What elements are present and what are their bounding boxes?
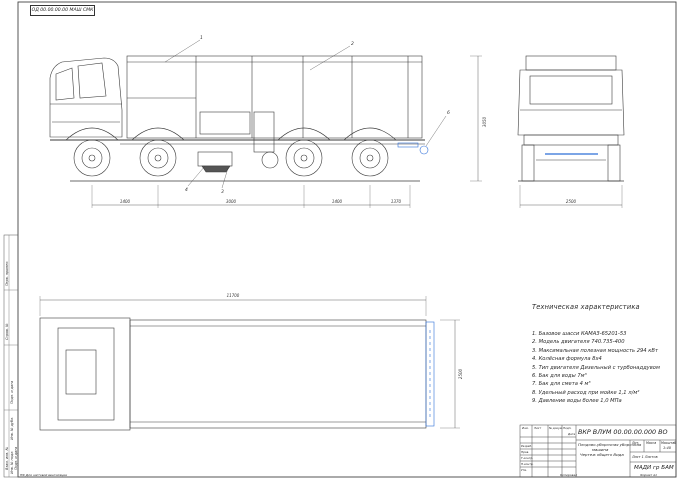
- title-role: Утв.: [521, 468, 527, 472]
- tech-spec-item: 9. Давление воды более 1,0 МПа: [532, 398, 622, 405]
- side-note: Инв. № дубл.: [10, 416, 14, 440]
- tech-spec-item: 2. Модель двигателя 740.735-400: [532, 339, 625, 346]
- front-view: [517, 55, 625, 208]
- callout-3: 3: [221, 189, 224, 195]
- title-role: Т.контр.: [521, 456, 534, 460]
- callout-1: 1: [200, 35, 203, 41]
- dim-plan-width: 2500: [458, 368, 463, 379]
- callout-2: 2: [351, 41, 354, 47]
- title-name-line3: Чертеж общего Вида: [580, 452, 624, 457]
- tech-spec-item: 1. Базовое шасси КАМАЗ-65201-53: [532, 331, 627, 337]
- side-note: Взам. инв. №: [5, 446, 9, 470]
- dim-front-width: 2500: [566, 199, 577, 204]
- dim-height: 3050: [482, 116, 487, 127]
- side-view: [49, 39, 482, 208]
- callout-5: 6: [447, 110, 450, 116]
- title-role: Пров.: [521, 450, 530, 454]
- body-outline: [126, 55, 423, 139]
- side-note: Справ. №: [5, 323, 9, 341]
- title-role: Изм.: [522, 426, 529, 430]
- title-role: Дата: [568, 432, 576, 436]
- side-note: Подп. и дата: [14, 446, 18, 470]
- copy-label: Копировал: [560, 473, 578, 477]
- dim-plan-length: 11700: [227, 293, 240, 298]
- side-note: Перв. примен.: [5, 260, 9, 286]
- callout-4: 4: [185, 187, 188, 193]
- title-scale-value: 1:40: [663, 446, 672, 450]
- sheet-frame: [17, 1, 677, 478]
- title-role: Н.контр.: [521, 462, 534, 466]
- format-label: Формат А1: [640, 473, 658, 477]
- tech-spec-item: 3. Максимальная полезная мощность 294 кВ…: [532, 347, 658, 354]
- title-org: МАДИ гр БАМ: [634, 465, 674, 471]
- title-role: № докум.: [549, 426, 563, 430]
- title-sheet-info: Лист 1 Листов: [632, 455, 658, 459]
- side-note: Инв. № подл.: [10, 450, 14, 474]
- title-doc-number: ВКР ВЛУМ 00.00.00.000 ВО: [578, 428, 668, 436]
- dim-1400-a: 1400: [120, 199, 131, 204]
- tech-spec-item: 5. Тип двигателя Дизельный с турбонаддув…: [532, 364, 660, 371]
- tech-spec-item: 6. Бак для воды 7м³: [532, 373, 587, 380]
- title-role: Лист: [534, 426, 542, 430]
- technical-specs: Техническая характеристика 1. Базовое ша…: [532, 303, 662, 406]
- plan-view: [39, 296, 460, 431]
- drawing-canvas: 1400 3000 1400 1370 3050 1 2 3 4 6 2500: [3, 1, 677, 478]
- tech-spec-item: 7. Бак для смета 4 м³: [532, 381, 591, 388]
- tech-spec-item: 4. Колёсная формула 8х4: [532, 356, 602, 363]
- doc-code-stamp: ОД 00.00.00.00 МАШ СМК: [30, 5, 95, 16]
- title-lit-label: Лит.: [632, 441, 640, 445]
- title-scale-label: Масштаб: [661, 441, 677, 445]
- plan-body: [129, 319, 427, 429]
- title-role: Разраб.: [521, 444, 532, 448]
- side-note: Подп. и дата: [10, 380, 14, 404]
- drawing-sheet: 1400 3000 1400 1370 3050 1 2 3 4 6 2500: [0, 0, 679, 480]
- dim-1400-b: 1400: [332, 199, 343, 204]
- dim-3000: 3000: [226, 199, 237, 204]
- dim-1370: 1370: [391, 199, 402, 204]
- title-role: Подп.: [563, 426, 572, 430]
- title-mass-label: Масса: [646, 441, 657, 445]
- bottom-note: ПФ Для чистовой вентиляции: [20, 473, 68, 477]
- tech-spec-title: Техническая характеристика: [532, 303, 640, 311]
- tech-spec-item: 8. Удельный расход при мойке 1,1 л/м²: [532, 389, 640, 396]
